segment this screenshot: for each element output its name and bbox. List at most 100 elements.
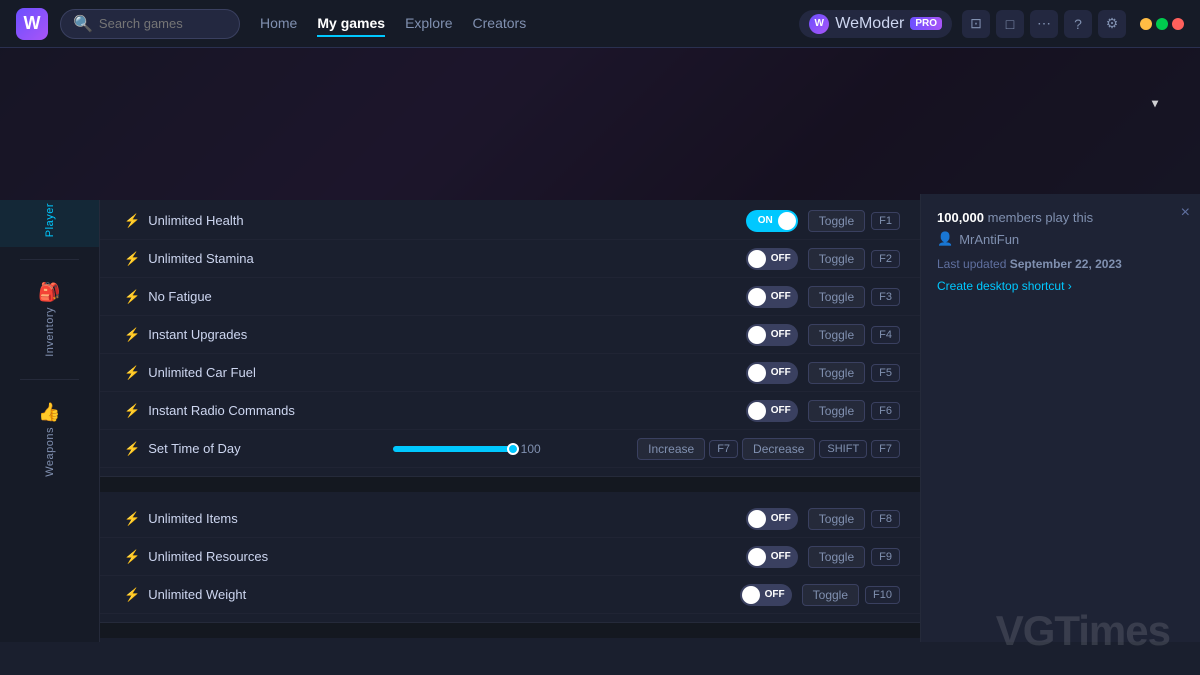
key-f8: F8	[871, 510, 900, 528]
close-button[interactable]	[1172, 18, 1184, 30]
inventory-section: ⚡ Unlimited Items OFF Toggle F8 ⚡ Unlimi…	[100, 492, 920, 622]
toggle-instant-radio[interactable]: OFF	[746, 400, 798, 422]
player-section: ⚡ Unlimited Health ON Toggle F1 ⚡ Unlimi…	[100, 194, 920, 476]
mod-name: Unlimited Health	[148, 213, 746, 228]
toggle-unlimited-resources[interactable]: OFF	[746, 546, 798, 568]
decrease-button[interactable]: Decrease	[742, 438, 815, 460]
toggle-knob	[778, 212, 796, 230]
notifications-icon[interactable]: ⊡	[962, 10, 990, 38]
inventory-icon: 🎒	[38, 282, 60, 303]
toggle-no-fatigue[interactable]: OFF	[746, 286, 798, 308]
search-icon: 🔍	[73, 14, 93, 34]
bolt-icon: ⚡	[124, 327, 140, 343]
toggle-unlimited-car-fuel[interactable]: OFF	[746, 362, 798, 384]
toggle-button[interactable]: Toggle	[808, 286, 865, 308]
mod-name: Unlimited Weight	[148, 587, 739, 602]
toggle-button[interactable]: Toggle	[808, 210, 865, 232]
key-f1: F1	[871, 212, 900, 230]
desktop-shortcut-link[interactable]: Create desktop shortcut ›	[937, 279, 1184, 293]
weapons-icon: 👍	[38, 402, 60, 423]
members-label-text: members play this	[988, 210, 1093, 225]
toggle-label-on: ON	[758, 215, 773, 226]
key-f7-dec: F7	[871, 440, 900, 458]
search-input[interactable]	[99, 16, 229, 31]
settings-icon[interactable]: ⚙	[1098, 10, 1126, 38]
toggle-knob	[748, 364, 766, 382]
toggle-label-off: OFF	[771, 513, 791, 524]
main-layout: 👤 Player 🎒 Inventory 👍 Weapons X Xbox ⚑ …	[0, 152, 1200, 642]
maximize-button[interactable]	[1156, 18, 1168, 30]
increase-button[interactable]: Increase	[637, 438, 705, 460]
help-icon[interactable]: ?	[1064, 10, 1092, 38]
bolt-icon: ⚡	[124, 403, 140, 419]
mod-name: Unlimited Stamina	[148, 251, 746, 266]
toggle-label-off: OFF	[771, 329, 791, 340]
info-updated: Last updated September 22, 2023	[937, 257, 1184, 271]
nav-home[interactable]: Home	[260, 11, 297, 37]
nav-explore[interactable]: Explore	[405, 11, 452, 37]
content-info-row: ⚡ Unlimited Health ON Toggle F1 ⚡ Unlimi…	[100, 194, 1200, 642]
toggle-button[interactable]: Toggle	[808, 508, 865, 530]
mod-name: Set Time of Day	[148, 441, 392, 456]
slider-track[interactable]	[393, 446, 513, 452]
sidebar-label-player: Player	[44, 203, 56, 237]
toggle-unlimited-health[interactable]: ON	[746, 210, 798, 232]
slider-thumb[interactable]	[507, 443, 519, 455]
minimize-button[interactable]	[1140, 18, 1152, 30]
toggle-button[interactable]: Toggle	[808, 400, 865, 422]
toggle-instant-upgrades[interactable]: OFF	[746, 324, 798, 346]
toggle-button[interactable]: Toggle	[802, 584, 859, 606]
mod-name: Unlimited Items	[148, 511, 746, 526]
nav-my-games[interactable]: My games	[317, 11, 385, 37]
pro-badge: PRO	[910, 17, 942, 30]
section-divider-weapons	[100, 622, 920, 638]
toggle-button[interactable]: Toggle	[808, 324, 865, 346]
mod-row-unlimited-health: ⚡ Unlimited Health ON Toggle F1	[100, 202, 920, 240]
last-updated-label: Last updated	[937, 257, 1006, 271]
toggle-unlimited-weight[interactable]: OFF	[740, 584, 792, 606]
toggle-knob	[748, 326, 766, 344]
key-f7: F7	[709, 440, 738, 458]
toggle-knob	[748, 402, 766, 420]
search-bar[interactable]: 🔍	[60, 9, 240, 39]
topbar-icons: ⊡ □ ⋯ ? ⚙	[962, 10, 1126, 38]
toggle-label-off: OFF	[771, 367, 791, 378]
app-logo[interactable]: W	[16, 8, 48, 40]
bolt-icon: ⚡	[124, 441, 140, 457]
toggle-knob	[742, 586, 760, 604]
toggle-button[interactable]: Toggle	[808, 362, 865, 384]
nav-right: W WeModer PRO ⊡ □ ⋯ ? ⚙	[799, 10, 1184, 38]
user-badge[interactable]: W WeModer PRO	[799, 10, 952, 38]
mod-name: Instant Upgrades	[148, 327, 746, 342]
toggle-button[interactable]: Toggle	[808, 546, 865, 568]
section-divider-inventory	[100, 476, 920, 492]
info-members: 100,000 members play this	[937, 210, 1184, 225]
sidebar-item-weapons[interactable]: 👍 Weapons	[0, 392, 99, 487]
mod-name: Instant Radio Commands	[148, 403, 746, 418]
user-name: WeModer	[835, 15, 904, 33]
info-user-row: 👤 MrAntiFun	[937, 231, 1184, 247]
key-shift: SHIFT	[819, 440, 867, 458]
toggle-knob	[748, 250, 766, 268]
downloads-icon[interactable]: □	[996, 10, 1024, 38]
mod-row-unlimited-stamina: ⚡ Unlimited Stamina OFF Toggle F2	[100, 240, 920, 278]
bolt-icon: ⚡	[124, 365, 140, 381]
toggle-unlimited-items[interactable]: OFF	[746, 508, 798, 530]
key-f2: F2	[871, 250, 900, 268]
toggle-button[interactable]: Toggle	[808, 248, 865, 270]
bolt-icon: ⚡	[124, 511, 140, 527]
info-author: MrAntiFun	[959, 232, 1019, 247]
mod-row-instant-radio: ⚡ Instant Radio Commands OFF Toggle F6	[100, 392, 920, 430]
user-icon: 👤	[937, 231, 953, 247]
last-updated-date: September 22, 2023	[1010, 257, 1122, 271]
toggle-unlimited-stamina[interactable]: OFF	[746, 248, 798, 270]
sidebar-divider-2	[20, 379, 79, 380]
bolt-icon: ⚡	[124, 289, 140, 305]
discord-icon[interactable]: ⋯	[1030, 10, 1058, 38]
sidebar-label-weapons: Weapons	[44, 427, 56, 477]
bolt-icon: ⚡	[124, 587, 140, 603]
sidebar-item-inventory[interactable]: 🎒 Inventory	[0, 272, 99, 367]
info-close-button[interactable]: ×	[1181, 204, 1190, 222]
nav-creators[interactable]: Creators	[473, 11, 527, 37]
mod-row-set-time: ⚡ Set Time of Day 100 Increase F7 Decrea…	[100, 430, 920, 468]
